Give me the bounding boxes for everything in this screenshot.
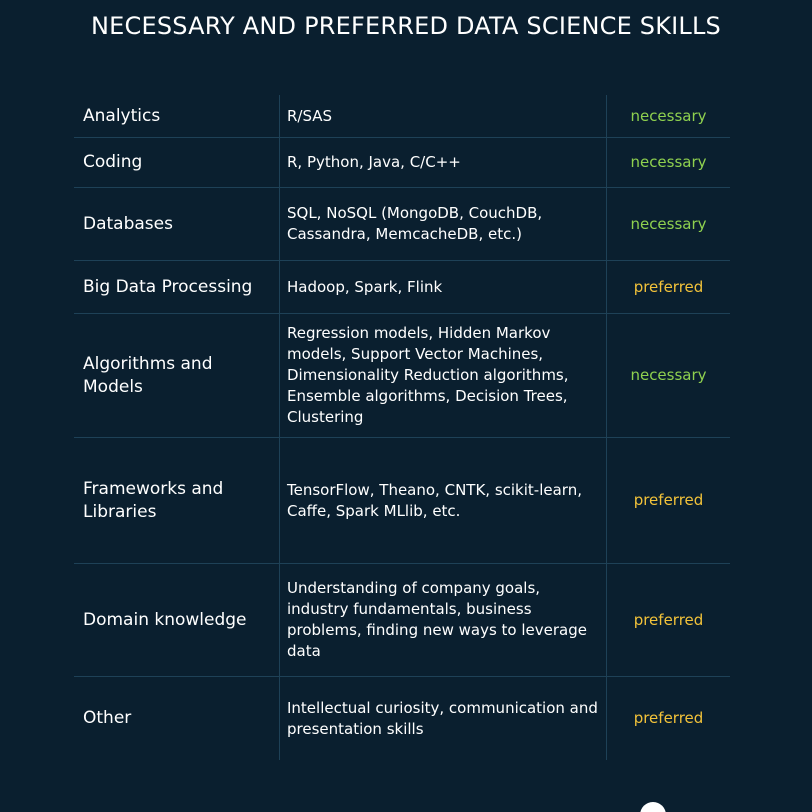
skill-tools: R, Python, Java, C/C++ [279, 138, 607, 187]
skill-level-badge: preferred [633, 709, 704, 727]
table-row: Frameworks and Libraries TensorFlow, The… [74, 438, 730, 564]
skill-name: Databases [83, 213, 173, 234]
skill-tools: Regression models, Hidden Markov models,… [279, 314, 607, 437]
skill-name: Analytics [83, 105, 161, 126]
skill-level-badge: necessary [630, 153, 707, 171]
skill-name: Domain knowledge [83, 609, 247, 630]
skill-name: Other [83, 708, 132, 728]
skill-tools: R/SAS [279, 95, 607, 137]
skill-tools: SQL, NoSQL (MongoDB, CouchDB, Cassandra,… [279, 188, 607, 260]
skill-tools: Hadoop, Spark, Flink [279, 261, 607, 313]
skill-name: Big Data Processing [83, 276, 253, 297]
skill-level-badge: preferred [633, 491, 704, 509]
skill-level-badge: necessary [630, 366, 707, 384]
skill-level-badge: necessary [630, 214, 707, 233]
skill-level-badge: necessary [630, 106, 707, 125]
table-row: Domain knowledge Understanding of compan… [74, 564, 730, 677]
skill-level-badge: preferred [633, 277, 704, 296]
skill-tools: Intellectual curiosity, communication an… [279, 677, 607, 760]
skill-tools: Understanding of company goals, industry… [279, 564, 607, 676]
table-row: Algorithms and Models Regression models,… [74, 314, 730, 438]
skill-tools: TensorFlow, Theano, CNTK, scikit-learn, … [279, 438, 607, 563]
table-row: Analytics R/SAS necessary [74, 95, 730, 138]
skill-name: Coding [83, 152, 143, 172]
table-row: Big Data Processing Hadoop, Spark, Flink… [74, 261, 730, 314]
table-row: Coding R, Python, Java, C/C++ necessary [74, 138, 730, 188]
skills-table: Analytics R/SAS necessary Coding R, Pyth… [74, 95, 730, 760]
skill-level-badge: preferred [633, 610, 704, 629]
skill-name: Algorithms and Models [83, 353, 213, 397]
skill-name: Frameworks and Libraries [83, 478, 224, 522]
page-title: NECESSARY AND PREFERRED DATA SCIENCE SKI… [90, 12, 721, 40]
logo-circle-icon [640, 802, 666, 812]
table-row: Databases SQL, NoSQL (MongoDB, CouchDB, … [74, 188, 730, 261]
table-row: Other Intellectual curiosity, communicat… [74, 677, 730, 760]
